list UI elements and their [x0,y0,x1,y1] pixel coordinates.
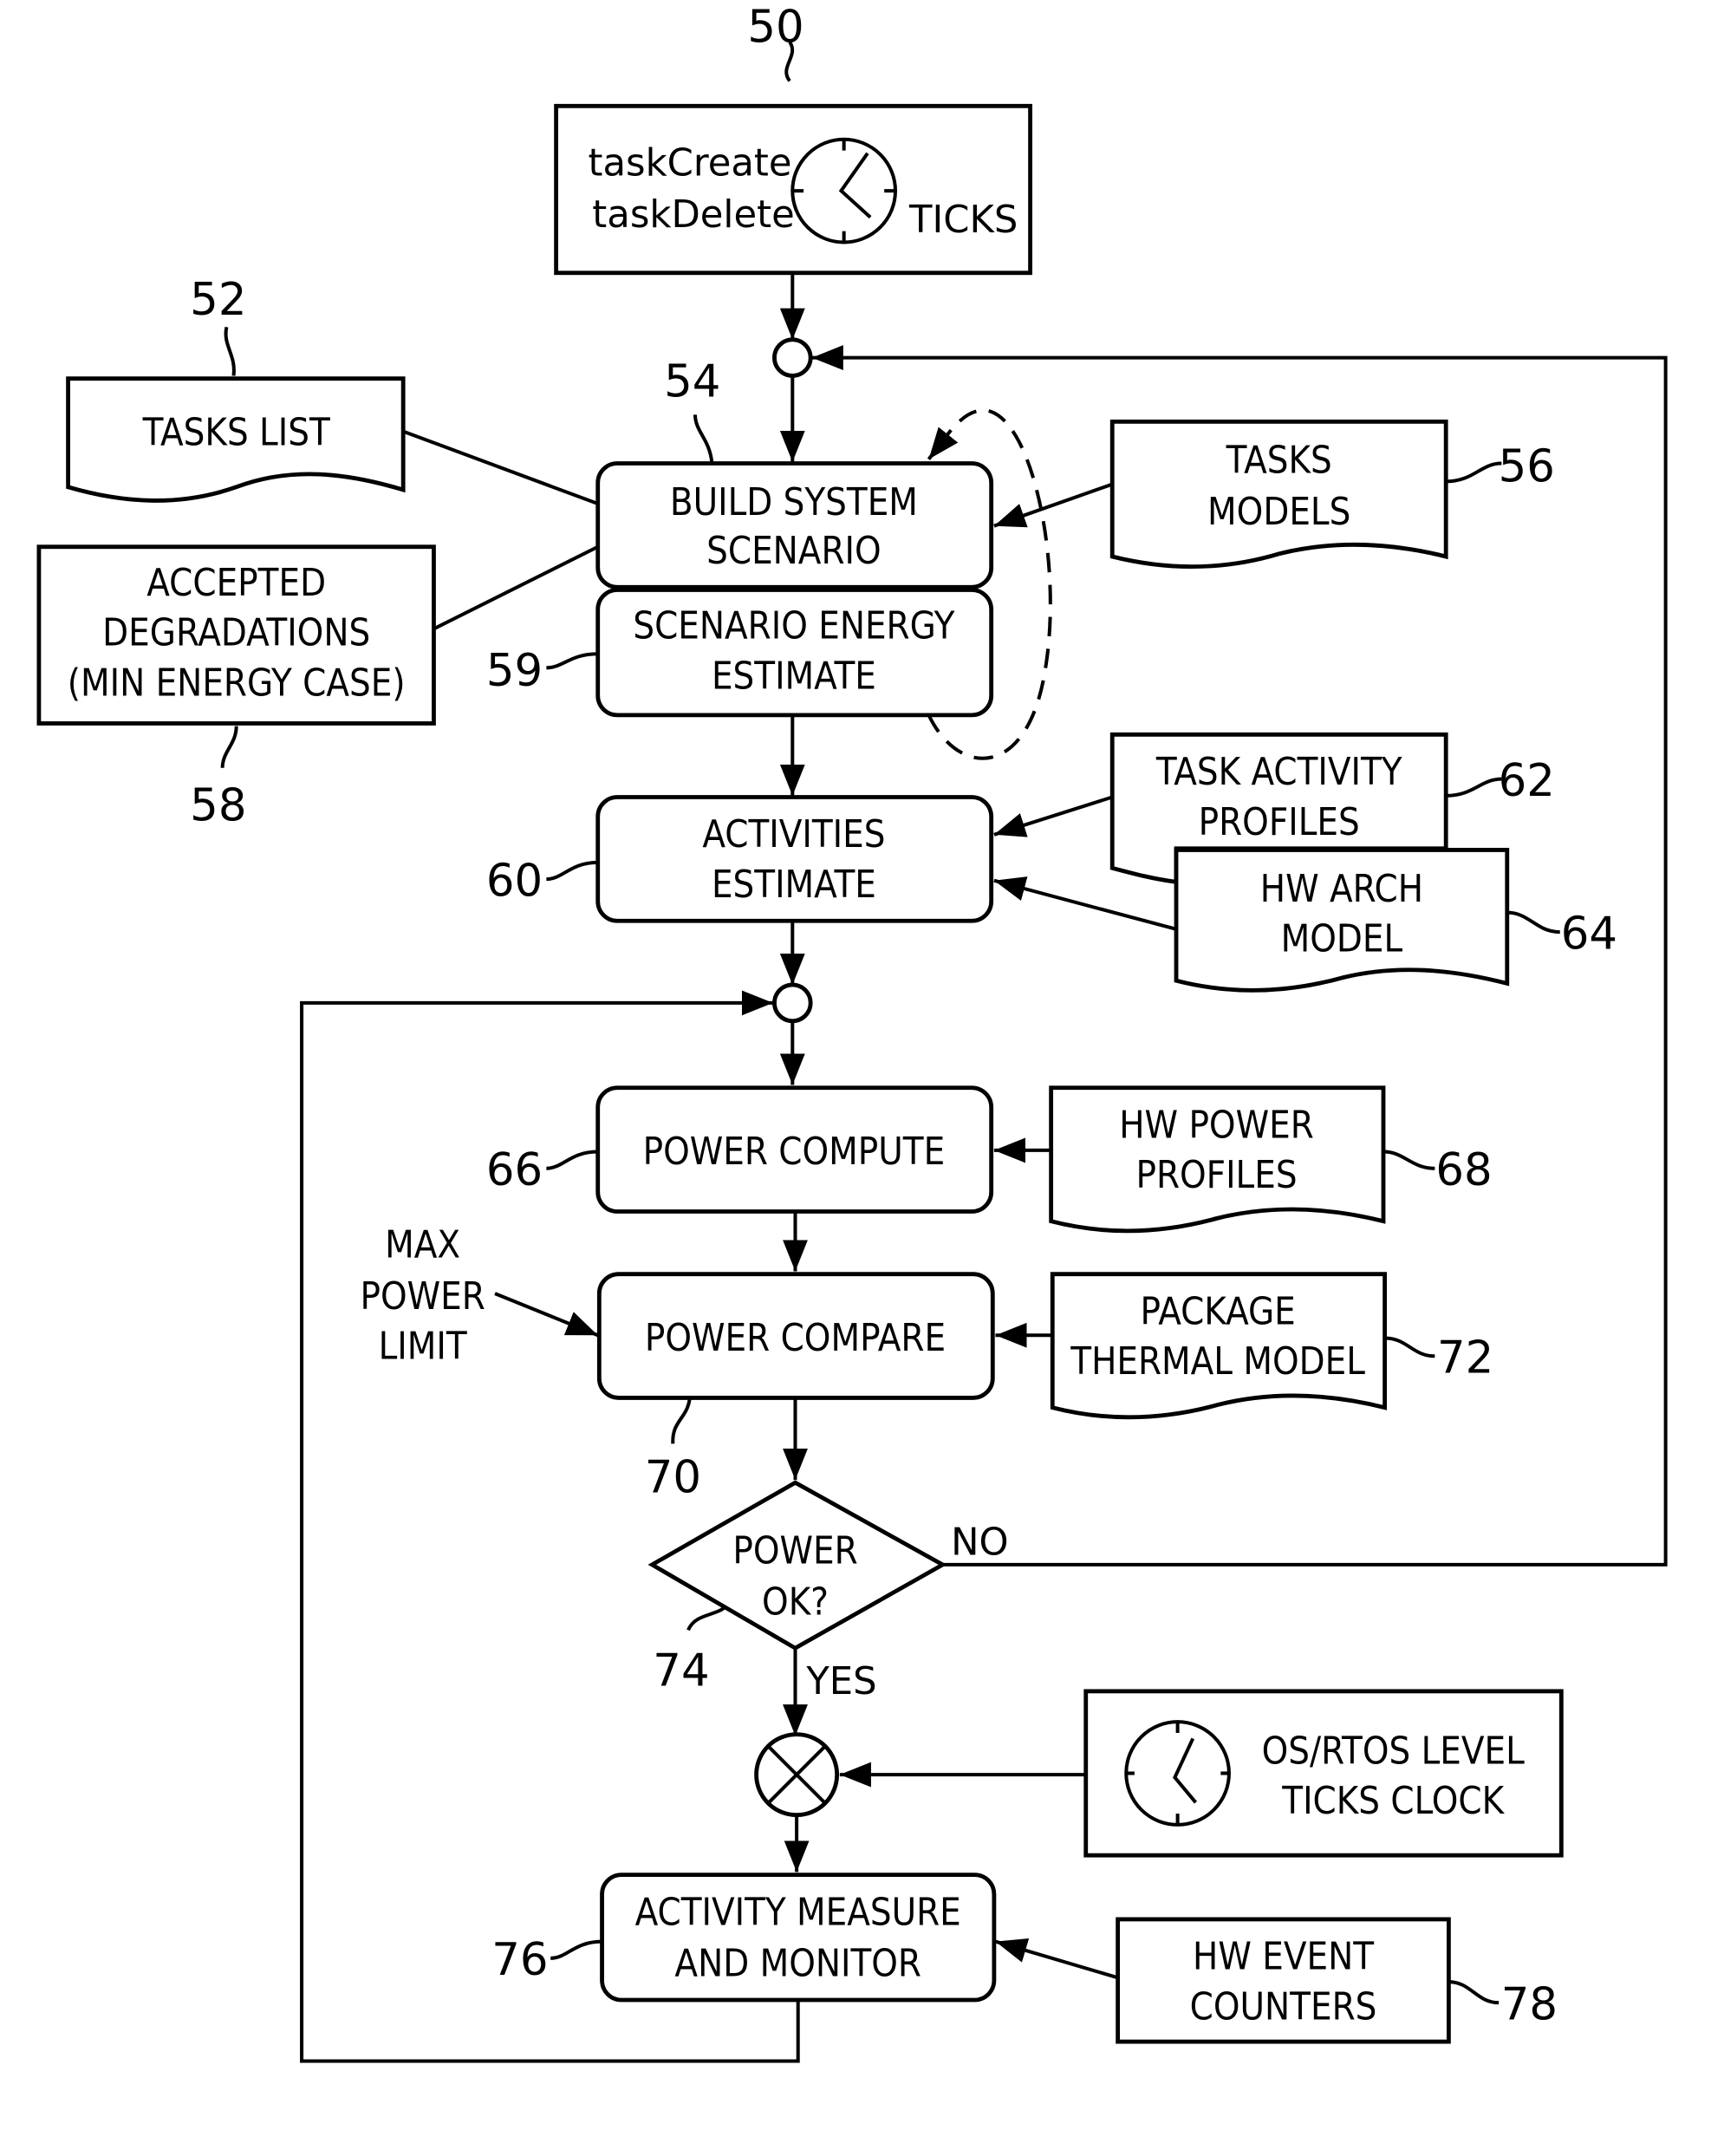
node-68-line-2: PROFILES [1135,1154,1297,1197]
node-54-build-system-scenario: BUILD SYSTEM SCENARIO [595,461,994,589]
node-70-power-compare: POWER COMPARE [596,1272,995,1400]
node-60-line-2: ESTIMATE [712,863,876,907]
junction-top [772,337,813,378]
node-76-line-1: ACTIVITY MEASURE [635,1891,961,1934]
node-76-line-2: AND MONITOR [674,1943,921,1986]
node-54-line-2: SCENARIO [706,530,882,573]
edge-label-no: NO [951,1521,1008,1565]
node-62-line-2: PROFILES [1199,801,1360,844]
node-78-line-2: COUNTERS [1190,1985,1377,2029]
node-58-accepted-degradations: ACCEPTED DEGRADATIONS (MIN ENERGY CASE) [36,544,436,726]
ref-59: 59 [486,645,543,697]
node-56-line-2: MODELS [1207,491,1350,534]
node-os-rtos-ticks-clock: OS/RTOS LEVEL TICKS CLOCK [1083,1689,1564,1858]
node-59-scenario-energy-estimate: SCENARIO ENERGY ESTIMATE [595,588,994,718]
node-56-line-1: TASKS [1226,440,1332,483]
node-68-hw-power-profiles: HW POWER PROFILES [1049,1085,1386,1234]
node-62-line-1: TASK ACTIVITY [1155,751,1402,794]
node-72-package-thermal-model: PACKAGE THERMAL MODEL [1050,1272,1388,1420]
ref-62: 62 [1499,755,1555,807]
ref-60: 60 [486,855,543,907]
junction-middle [772,982,813,1024]
ref-70: 70 [645,1452,701,1504]
node-74-power-ok-decision: POWER OK? [647,1480,947,1651]
node-64-line-2: MODEL [1281,918,1403,961]
node-66-power-compute: POWER COMPUTE [595,1085,994,1214]
node-50-line-2: taskDelete [592,193,794,237]
node-74-line-2: OK? [762,1581,829,1625]
node-54-line-1: BUILD SYSTEM [670,481,918,524]
ref-66: 66 [486,1144,543,1196]
ref-72: 72 [1437,1332,1493,1384]
ref-54: 54 [664,356,720,408]
ref-52: 52 [190,274,246,326]
node-72-line-2: THERMAL MODEL [1070,1340,1365,1384]
node-56-tasks-models: TASKS MODELS [1109,419,1448,570]
node-70-label: POWER COMPARE [645,1317,946,1360]
node-59-line-1: SCENARIO ENERGY [633,605,954,648]
node-50-line-1: taskCreate [589,141,792,185]
node-78-hw-event-counters: HW EVENT COUNTERS [1116,1917,1451,2044]
ref-50: 50 [747,1,803,53]
node-58-line-2: DEGRADATIONS [102,612,370,655]
node-72-line-1: PACKAGE [1140,1290,1295,1333]
node-60-activities-estimate: ACTIVITIES ESTIMATE [595,795,994,923]
gate-junction-icon [754,1732,840,1818]
edge-label-yes: YES [805,1660,876,1703]
node-64-line-1: HW ARCH [1260,868,1423,911]
node-76-activity-measure-monitor: ACTIVITY MEASURE AND MONITOR [600,1873,997,2003]
ref-58: 58 [190,780,246,832]
node-50-task-events: taskCreate taskDelete TICKS [554,103,1032,276]
node-59-line-2: ESTIMATE [712,655,876,698]
max-power-line-3: LIMIT [379,1326,467,1369]
ref-74: 74 [653,1645,709,1697]
flowchart: taskCreate taskDelete TICKS 50 TASKS LIS… [36,1,1668,2063]
node-68-line-1: HW POWER [1119,1104,1314,1147]
max-power-limit-input: MAX POWER LIMIT [360,1223,485,1368]
ticks-label: TICKS [908,199,1018,242]
ref-64: 64 [1561,908,1617,960]
node-66-label: POWER COMPUTE [643,1130,946,1174]
node-74-line-1: POWER [732,1529,857,1573]
node-64-hw-arch-model: HW ARCH MODEL [1174,848,1510,993]
node-52-label: TASKS LIST [142,412,330,455]
max-power-line-1: MAX [385,1223,460,1267]
ref-56: 56 [1499,440,1555,492]
node-60-line-1: ACTIVITIES [702,813,885,857]
ref-78: 78 [1501,1978,1558,2030]
node-52-tasks-list: TASKS LIST [66,376,406,503]
max-power-line-2: POWER [360,1275,485,1319]
clock-line-2: TICKS CLOCK [1281,1780,1505,1823]
ref-76: 76 [491,1934,548,1986]
node-78-line-1: HW EVENT [1193,1936,1374,1979]
node-58-line-3: (MIN ENERGY CASE) [68,661,406,705]
clock-line-1: OS/RTOS LEVEL [1262,1729,1526,1773]
node-58-line-1: ACCEPTED [146,562,326,605]
ref-68: 68 [1435,1144,1492,1196]
